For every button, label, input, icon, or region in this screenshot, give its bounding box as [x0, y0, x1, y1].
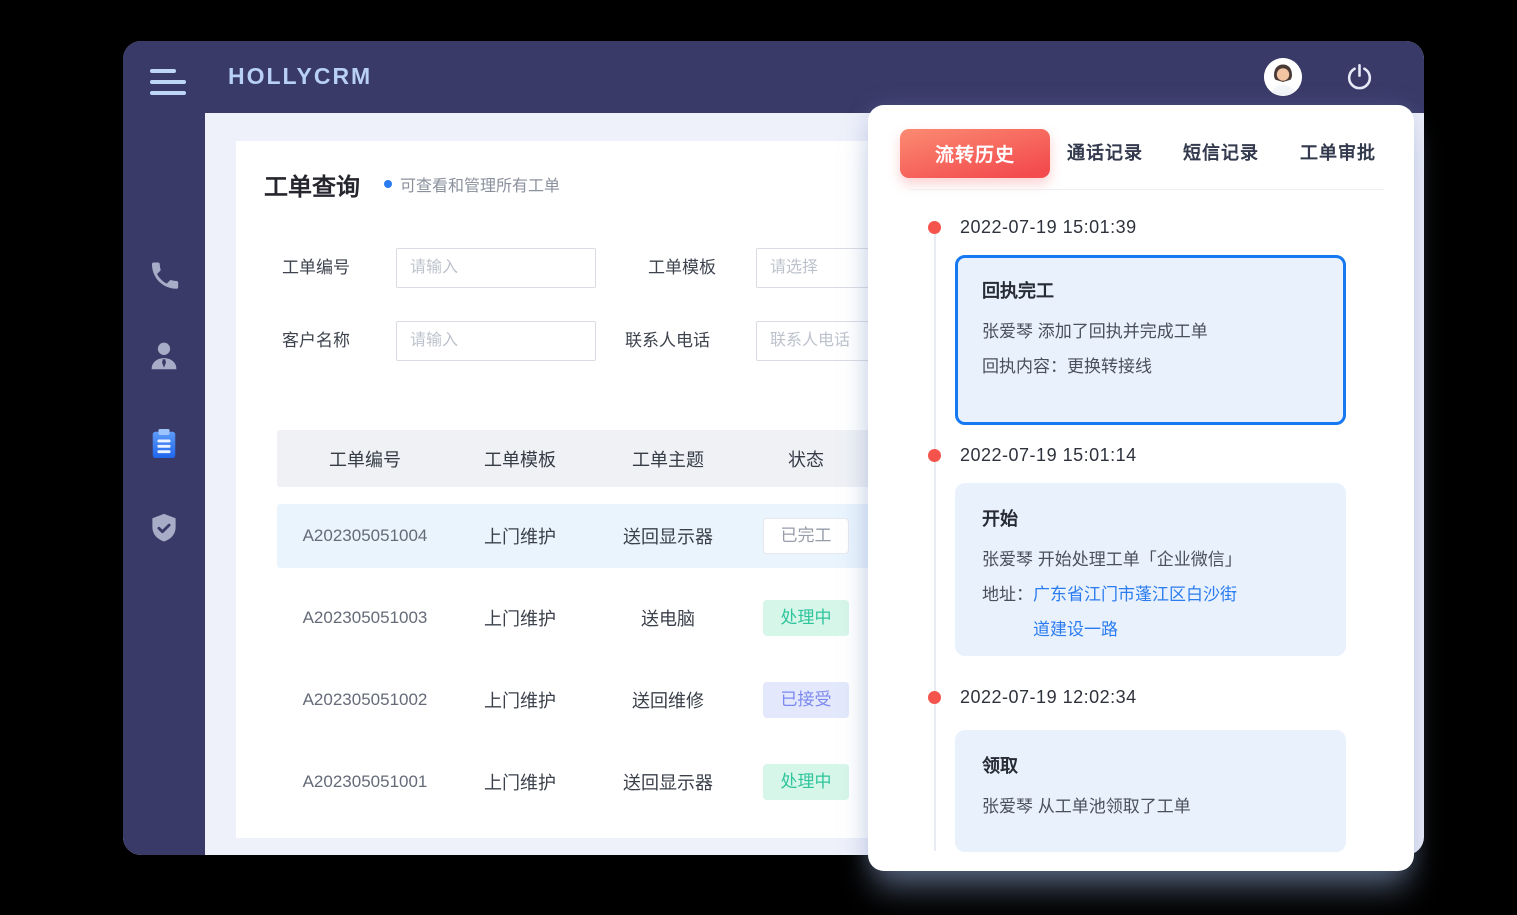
timeline-card-title: 回执完工: [982, 277, 1319, 303]
timeline-card-completed: 回执完工 张爱琴 添加了回执并完成工单 回执内容：更换转接线: [955, 255, 1346, 425]
phone-icon: [147, 259, 181, 298]
order-no-label: 工单编号: [282, 248, 350, 288]
timeline-card-claimed: 领取 张爱琴 从工单池领取了工单: [955, 730, 1346, 852]
menu-icon[interactable]: [150, 69, 186, 95]
customer-label: 客户名称: [282, 321, 350, 361]
header-template: 工单模板: [453, 446, 587, 472]
timeline-timestamp: 2022-07-19 15:01:14: [960, 445, 1137, 466]
brand-logo: HOLLYCRM: [228, 63, 372, 90]
sidebar-item-calls[interactable]: [143, 257, 185, 299]
status-badge: 处理中: [763, 600, 849, 636]
header-status: 状态: [749, 446, 863, 472]
timeline-card-started: 开始 张爱琴 开始处理工单「企业微信」 地址： 广东省江门市蓬江区白沙街道建设一…: [955, 483, 1346, 656]
user-avatar[interactable]: [1264, 58, 1302, 96]
table-row[interactable]: A202305051001 上门维护 送回显示器 处理中: [277, 750, 917, 814]
status-badge: 已完工: [763, 518, 849, 554]
header-order-no: 工单编号: [277, 446, 453, 472]
status-badge: 已接受: [763, 682, 849, 718]
sidebar: [123, 41, 205, 855]
timeline-card-title: 领取: [982, 752, 1319, 778]
table-header: 工单编号 工单模板 工单主题 状态: [277, 430, 917, 487]
sidebar-item-workorders-active[interactable]: [143, 425, 185, 467]
tab-approval[interactable]: 工单审批: [1300, 129, 1376, 178]
contact-icon: [146, 338, 182, 379]
table-row[interactable]: A202305051004 上门维护 送回显示器 已完工: [277, 504, 917, 568]
timeline-dot-icon: [928, 449, 941, 462]
customer-input[interactable]: [396, 321, 596, 361]
table-row[interactable]: A202305051003 上门维护 送电脑 处理中: [277, 586, 917, 650]
order-no-input[interactable]: [396, 248, 596, 288]
sidebar-item-security[interactable]: [143, 509, 185, 551]
timeline-timestamp: 2022-07-19 12:02:34: [960, 687, 1137, 708]
workorder-clipboard-icon: [146, 426, 182, 467]
page-subtitle: 可查看和管理所有工单: [400, 172, 560, 196]
tab-call-records[interactable]: 通话记录: [1067, 129, 1143, 178]
table-row[interactable]: A202305051002 上门维护 送回维修 已接受: [277, 668, 917, 732]
status-badge: 处理中: [763, 764, 849, 800]
timeline-card-title: 开始: [982, 505, 1319, 531]
address-link[interactable]: 广东省江门市蓬江区白沙街道建设一路: [1033, 577, 1245, 647]
timeline-line: [934, 231, 936, 851]
timeline-timestamp: 2022-07-19 15:01:39: [960, 217, 1137, 238]
timeline-dot-icon: [928, 691, 941, 704]
header-subject: 工单主题: [587, 446, 749, 472]
page-title: 工单查询: [264, 167, 360, 202]
power-icon[interactable]: [1344, 62, 1375, 93]
address-label: 地址：: [982, 577, 1033, 647]
phone-label: 联系人电话: [625, 321, 710, 361]
timeline-dot-icon: [928, 221, 941, 234]
topbar: HOLLYCRM: [123, 41, 1424, 113]
workorder-detail-panel: 流转历史 通话记录 短信记录 工单审批 2022-07-19 15:01:39 …: [868, 105, 1414, 871]
shield-check-icon: [147, 511, 181, 550]
template-label: 工单模板: [648, 248, 716, 288]
tab-sms-records[interactable]: 短信记录: [1183, 129, 1259, 178]
workorder-table: 工单编号 工单模板 工单主题 状态 A202305051004 上门维护 送回显…: [277, 430, 917, 832]
tab-divider: [910, 189, 1384, 190]
screenshot-canvas: HOLLYCRM 工单查询 可查看和管理所有工单 工单编: [0, 0, 1517, 915]
tab-flow-history[interactable]: 流转历史: [900, 129, 1050, 178]
subtitle-dot-icon: [384, 180, 392, 188]
sidebar-item-contacts[interactable]: [143, 337, 185, 379]
